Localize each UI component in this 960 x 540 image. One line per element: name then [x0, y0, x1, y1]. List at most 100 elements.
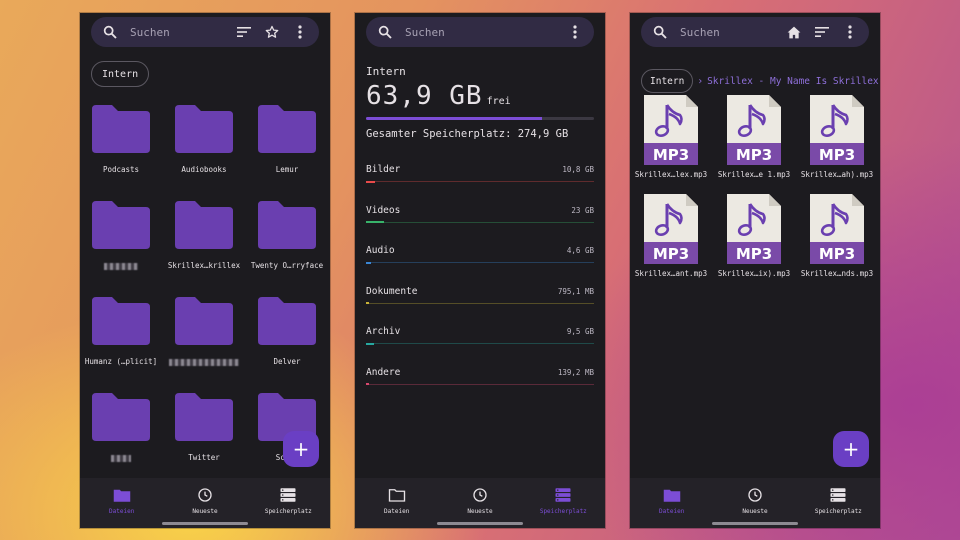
audio-file-item[interactable]: MP3 Skrillex…lex.mp3	[630, 93, 712, 179]
search-bar[interactable]: Suchen	[641, 17, 869, 47]
folder-label: Skrillex…krillex	[167, 261, 241, 270]
breadcrumb-current[interactable]: Skrillex - My Name Is Skrillex	[707, 76, 879, 87]
sort-icon[interactable]	[814, 24, 830, 40]
folder-item[interactable]: Skrillex…krillex	[163, 199, 245, 270]
audio-file-item[interactable]: MP3 Skrillex…ah).mp3	[796, 93, 878, 179]
folder-icon	[90, 391, 152, 443]
folder-item[interactable]: Audiobooks	[163, 103, 245, 174]
folder-icon	[173, 391, 235, 443]
storage-category[interactable]: Videos 23 GB	[366, 205, 594, 223]
folder-item[interactable]: Twenty O…rryface	[246, 199, 328, 270]
folder-label: Podcasts	[102, 165, 140, 174]
nav-files[interactable]: Dateien	[80, 478, 163, 528]
storage-category[interactable]: Audio 4,6 GB	[366, 245, 594, 264]
nav-files[interactable]: Dateien	[355, 478, 438, 528]
category-name: Dokumente	[366, 285, 418, 297]
more-vert-icon[interactable]	[567, 24, 583, 40]
category-usage-fill	[366, 221, 385, 223]
redacted-label	[111, 454, 131, 462]
audio-file-item[interactable]: MP3 Skrillex…ant.mp3	[630, 192, 712, 278]
home-icon[interactable]	[786, 24, 802, 40]
folder-icon	[90, 103, 152, 155]
file-type-badge: MP3	[653, 146, 689, 164]
storage-category[interactable]: Dokumente 795,1 MB	[366, 286, 594, 304]
folder-item[interactable]: Humanz (…plicit]	[80, 295, 162, 366]
plus-icon: +	[842, 437, 860, 461]
file-type-badge: MP3	[736, 146, 772, 164]
storage-category[interactable]: Archiv 9,5 GB	[366, 326, 594, 345]
nav-files-label: Dateien	[109, 508, 135, 515]
folder-item[interactable]	[80, 391, 162, 462]
category-size: 23 GB	[571, 205, 594, 215]
mp3-file-icon: MP3	[727, 194, 781, 264]
more-vert-icon[interactable]	[292, 24, 308, 40]
file-type-badge: MP3	[653, 245, 689, 263]
storage-chip-intern[interactable]: Intern	[91, 61, 150, 87]
nav-recent[interactable]: Neueste	[713, 478, 796, 528]
nav-storage-label: Speicherplatz	[539, 508, 587, 515]
file-type-badge: MP3	[819, 146, 855, 164]
star-icon[interactable]	[264, 24, 280, 40]
folder-item[interactable]: Delver	[246, 295, 328, 366]
breadcrumb: Intern › Skrillex - My Name Is Skrillex	[641, 69, 879, 93]
file-type-badge: MP3	[736, 245, 772, 263]
phone-files-grid: Suchen Intern Podcasts Audiobooks Lemur Skr…	[80, 13, 330, 528]
search-placeholder[interactable]: Suchen	[130, 26, 236, 39]
category-usage-bar	[366, 342, 594, 345]
add-fab[interactable]: +	[833, 431, 869, 467]
mp3-file-icon: MP3	[810, 95, 864, 165]
folder-icon	[90, 295, 152, 347]
search-icon	[653, 25, 667, 39]
audio-file-item[interactable]: MP3 Skrillex…e 1.mp3	[713, 93, 795, 179]
category-usage-fill	[366, 342, 374, 345]
audio-file-item[interactable]: MP3 Skrillex…ix).mp3	[713, 192, 795, 278]
clock-icon	[198, 488, 212, 502]
bottom-navigation: Dateien Neueste Speicherplatz	[630, 478, 880, 528]
folder-label	[80, 261, 162, 270]
nav-recent[interactable]: Neueste	[438, 478, 521, 528]
folder-label: Humanz (…plicit]	[84, 357, 158, 366]
nav-storage[interactable]: Speicherplatz	[522, 478, 605, 528]
nav-recent[interactable]: Neueste	[163, 478, 246, 528]
mp3-file-icon: MP3	[727, 95, 781, 165]
folder-icon	[90, 199, 152, 251]
folder-icon	[256, 103, 318, 155]
folder-item[interactable]: Lemur	[246, 103, 328, 174]
nav-files[interactable]: Dateien	[630, 478, 713, 528]
redacted-label	[104, 262, 138, 270]
search-bar[interactable]: Suchen	[91, 17, 319, 47]
nav-storage[interactable]: Speicherplatz	[247, 478, 330, 528]
nav-storage[interactable]: Speicherplatz	[797, 478, 880, 528]
clock-icon	[748, 488, 762, 502]
nav-storage-label: Speicherplatz	[264, 508, 312, 515]
category-name: Archiv	[366, 326, 401, 337]
search-bar[interactable]: Suchen	[366, 17, 594, 47]
folder-item[interactable]: Podcasts	[80, 103, 162, 174]
audio-file-item[interactable]: MP3 Skrillex…nds.mp3	[796, 192, 878, 278]
category-name: Bilder	[366, 164, 401, 175]
more-vert-icon[interactable]	[842, 24, 858, 40]
folder-item[interactable]: Twitter	[163, 391, 245, 462]
folder-item[interactable]	[80, 199, 162, 270]
folder-icon	[173, 103, 235, 155]
nav-files-label: Dateien	[659, 508, 685, 515]
category-size: 139,2 MB	[557, 367, 594, 377]
folder-icon	[173, 295, 235, 347]
folder-label	[80, 453, 162, 462]
category-usage-bar	[366, 302, 594, 304]
storage-category[interactable]: Andere 139,2 MB	[366, 367, 594, 385]
file-name: Skrillex…nds.mp3	[800, 269, 874, 278]
storage-category[interactable]: Bilder 10,8 GB	[366, 164, 594, 183]
add-fab[interactable]: +	[283, 431, 319, 467]
phone-storage: Suchen Intern 63,9 GB frei Gesamter Speic…	[355, 13, 605, 528]
sort-icon[interactable]	[236, 24, 252, 40]
folder-item[interactable]	[163, 295, 245, 366]
breadcrumb-root[interactable]: Intern	[641, 69, 694, 93]
mp3-file-icon: MP3	[644, 194, 698, 264]
search-placeholder[interactable]: Suchen	[405, 26, 567, 39]
bottom-navigation: Dateien Neueste Speicherplatz	[80, 478, 330, 528]
total-storage: Gesamter Speicherplatz: 274,9 GB	[366, 128, 569, 140]
search-placeholder[interactable]: Suchen	[680, 26, 786, 39]
mp3-file-icon: MP3	[644, 95, 698, 165]
category-name: Videos	[366, 204, 401, 216]
